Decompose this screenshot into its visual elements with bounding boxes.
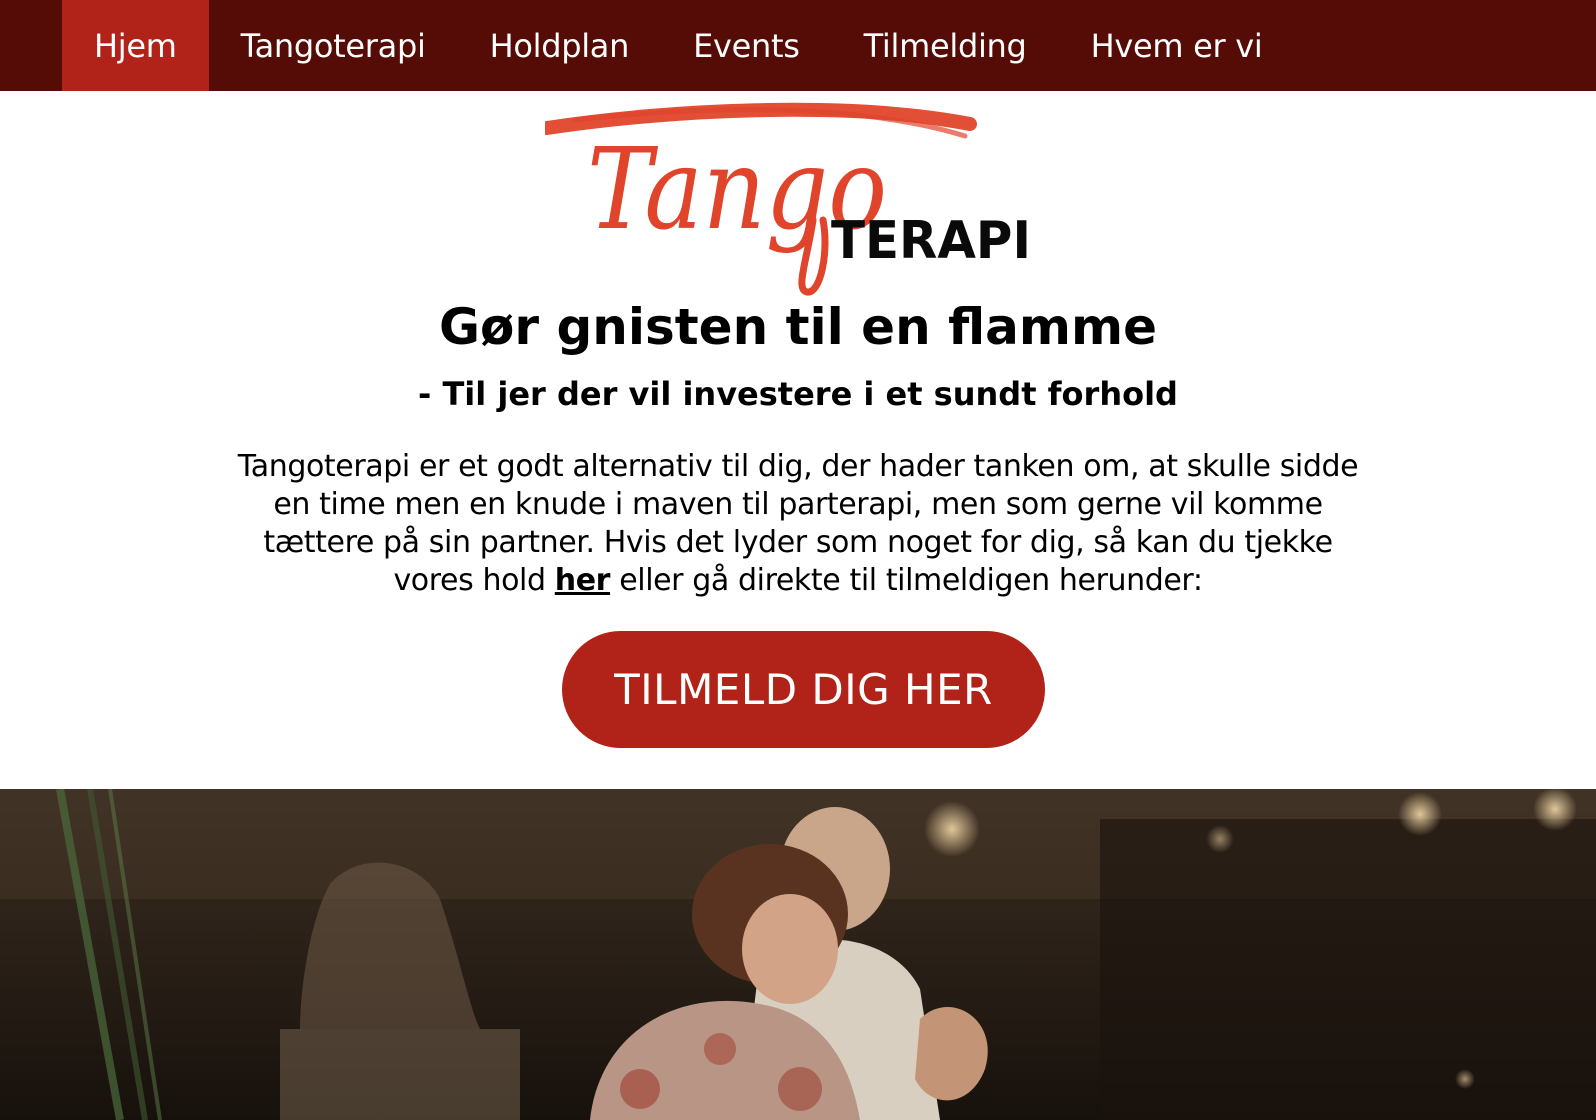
page-subheadline: - Til jer der vil investere i et sundt f…: [418, 375, 1178, 413]
nav-item-hjem[interactable]: Hjem: [62, 0, 209, 91]
tango-terapi-logo: Tango TERAPI: [545, 100, 1055, 300]
hold-link[interactable]: her: [555, 563, 611, 598]
nav-item-events[interactable]: Events: [661, 0, 832, 91]
nav-item-tangoterapi[interactable]: Tangoterapi: [209, 0, 458, 91]
nav-item-tilmelding[interactable]: Tilmelding: [832, 0, 1059, 91]
page-headline: Gør gnisten til en flamme: [439, 298, 1157, 356]
nav-item-hvem-er-vi[interactable]: Hvem er vi: [1059, 0, 1295, 91]
couple-dancing-tango-photo: [0, 789, 1596, 1120]
nav-item-holdplan[interactable]: Holdplan: [458, 0, 662, 91]
logo-word-text: TERAPI: [831, 211, 1031, 271]
signup-button[interactable]: TILMELD DIG HER: [562, 631, 1045, 748]
intro-text-after-link: eller gå direkte til tilmeldigen herunde…: [610, 563, 1203, 598]
intro-paragraph: Tangoterapi er et godt alternativ til di…: [230, 448, 1366, 600]
main-navigation: Hjem Tangoterapi Holdplan Events Tilmeld…: [0, 0, 1596, 91]
